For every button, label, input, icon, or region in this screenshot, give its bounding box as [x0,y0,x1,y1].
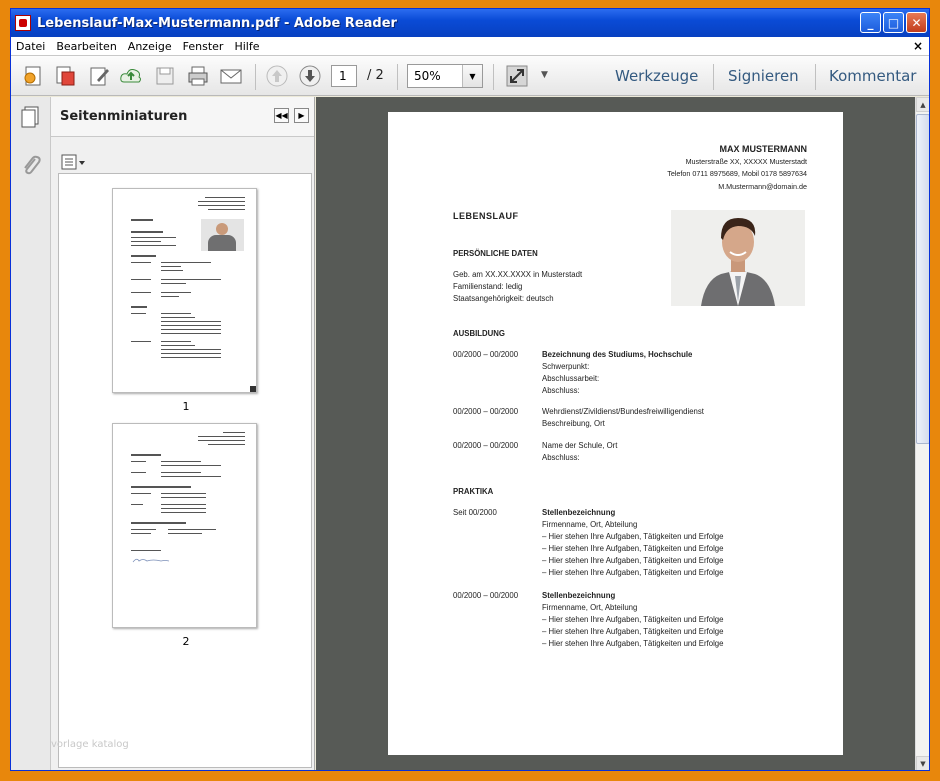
entry-title: Wehrdienst/Zivildienst/Bundesfreiwillige… [542,407,704,416]
entry-title: Name der Schule, Ort [542,441,618,450]
entry-line: Abschluss: [542,386,580,395]
entry-title: Stellenbezeichnung [542,508,616,517]
chevron-down-icon[interactable]: ▼ [462,65,482,87]
app-window: Lebenslauf-Max-Mustermann.pdf - Adobe Re… [10,8,930,771]
werkzeuge-button[interactable]: Werkzeuge [615,67,698,85]
cv-phone: Telefon 0711 8975689, Mobil 0178 5897634 [667,169,807,179]
page-thumbnails-icon[interactable] [19,105,43,129]
page-thumbnail-2[interactable] [112,423,257,628]
create-pdf-icon[interactable] [21,64,45,88]
kommentar-button[interactable]: Kommentar [829,67,916,85]
cv-photo [671,210,805,306]
toolbar-options-icon[interactable]: ▼ [541,70,548,80]
signieren-button[interactable]: Signieren [728,67,799,85]
cv-name: MAX MUSTERMANN [719,144,808,154]
page-number-input[interactable]: 1 [331,65,357,87]
watermark-text: vorlage katalog [51,739,129,750]
scroll-thumb[interactable] [916,114,929,444]
page-thumbnail-1[interactable] [112,188,257,393]
signature-thumbnail [132,558,170,563]
close-document-icon[interactable]: × [913,39,923,53]
menu-bearbeiten[interactable]: Bearbeiten [51,40,122,53]
entry-line: Beschreibung, Ort [542,419,605,428]
entry-date: Seit 00/2000 [453,508,497,517]
vertical-scrollbar[interactable]: ▲ ▼ [915,97,929,770]
maximize-button[interactable]: □ [883,12,904,33]
entry-line: Abschlussarbeit: [542,374,600,383]
collapse-panel-icon[interactable]: ◀◀ [274,108,289,123]
cv-contact: Musterstraße XX, XXXXX Musterstadt Telef… [667,156,807,193]
marital-status: Familienstand: ledig [453,282,523,291]
birth-line: Geb. am XX.XX.XXXX in Musterstadt [453,270,583,279]
thumbnail-options-icon[interactable] [61,153,85,171]
attachments-paperclip-icon[interactable] [19,153,43,177]
panel-title: Seitenminiaturen [60,109,188,124]
ausbildung-entry-3: Name der Schule, Ort Abschluss: [542,440,617,464]
entry-line: Abschluss: [542,453,580,462]
cv-email: M.Mustermann@domain.de [718,181,807,191]
title-bar: Lebenslauf-Max-Mustermann.pdf - Adobe Re… [11,9,929,37]
entry-title: Stellenbezeichnung [542,591,616,600]
personal-data: Geb. am XX.XX.XXXX in Musterstadt Famili… [453,269,582,305]
thumbnail-panel-header: Seitenminiaturen ◀◀ ▶ [51,97,314,137]
section-personal: PERSÖNLICHE DATEN [453,249,538,258]
ausbildung-entry-2: Wehrdienst/Zivildienst/Bundesfreiwillige… [542,406,704,430]
thumbnail-label-1: 1 [182,400,190,413]
panel-strip [11,97,51,770]
page-total: / 2 [367,68,384,83]
combine-pdf-icon[interactable] [53,64,77,88]
pdf-page: MAX MUSTERMANN Musterstraße XX, XXXXX Mu… [388,112,843,755]
praktika-entry-1: Stellenbezeichnung Firmenname, Ort, Abte… [542,507,723,579]
next-page-icon[interactable] [298,64,322,88]
thumbnail-list: 1 2 [58,173,312,768]
thumbnail-label-2: 2 [182,635,190,648]
previous-page-icon[interactable] [265,64,289,88]
entry-line: – Hier stehen Ihre Aufgaben, Tätigkeiten… [542,568,724,577]
entry-date: 00/2000 – 00/2000 [453,441,519,450]
zoom-select[interactable]: 50% ▼ [407,64,483,88]
ausbildung-entry-1: Bezeichnung des Studiums, Hochschule Sch… [542,349,692,397]
expand-panel-icon[interactable]: ▶ [294,108,309,123]
menu-anzeige[interactable]: Anzeige [123,40,178,53]
section-praktika: PRAKTIKA [453,487,494,496]
entry-line: – Hier stehen Ihre Aufgaben, Tätigkeiten… [542,556,724,565]
entry-date: 00/2000 – 00/2000 [453,407,519,416]
menu-fenster[interactable]: Fenster [178,40,230,53]
cv-heading: LEBENSLAUF [453,211,519,221]
entry-line: Firmenname, Ort, Abteilung [542,603,638,612]
upload-cloud-icon[interactable] [119,64,143,88]
entry-line: Schwerpunkt: [542,362,590,371]
save-icon[interactable] [153,64,177,88]
entry-date: 00/2000 – 00/2000 [453,350,519,359]
entry-line: – Hier stehen Ihre Aufgaben, Tätigkeiten… [542,615,724,624]
minimize-button[interactable]: _ [860,12,881,33]
entry-date: 00/2000 – 00/2000 [453,591,519,600]
entry-line: Firmenname, Ort, Abteilung [542,520,638,529]
email-icon[interactable] [219,64,243,88]
close-window-button[interactable]: ✕ [906,12,927,33]
praktika-entry-2: Stellenbezeichnung Firmenname, Ort, Abte… [542,590,723,650]
cv-address: Musterstraße XX, XXXXX Musterstadt [685,157,807,166]
menu-bar: Datei Bearbeiten Anzeige Fenster Hilfe × [11,37,929,56]
entry-line: – Hier stehen Ihre Aufgaben, Tätigkeiten… [542,627,724,636]
entry-line: – Hier stehen Ihre Aufgaben, Tätigkeiten… [542,639,724,648]
entry-line: – Hier stehen Ihre Aufgaben, Tätigkeiten… [542,532,724,541]
zoom-value: 50% [414,69,441,83]
window-title: Lebenslauf-Max-Mustermann.pdf - Adobe Re… [37,15,397,31]
edit-icon[interactable] [87,64,111,88]
nationality: Staatsangehörigkeit: deutsch [453,294,554,303]
fit-page-icon[interactable] [505,64,529,88]
navigation-panel: Seitenminiaturen ◀◀ ▶ 1 2 vorlage katalo… [11,97,315,770]
menu-hilfe[interactable]: Hilfe [229,40,265,53]
document-view[interactable]: MAX MUSTERMANN Musterstraße XX, XXXXX Mu… [316,97,915,770]
pdf-app-icon [15,15,31,31]
toolbar: 1 / 2 50% ▼ ▼ Werkzeuge Signieren Kommen… [11,56,929,96]
scroll-down-icon[interactable]: ▼ [916,756,929,770]
print-icon[interactable] [186,64,210,88]
entry-title: Bezeichnung des Studiums, Hochschule [542,350,693,359]
section-ausbildung: AUSBILDUNG [453,329,505,338]
scroll-up-icon[interactable]: ▲ [916,97,929,112]
menu-datei[interactable]: Datei [11,40,51,53]
entry-line: – Hier stehen Ihre Aufgaben, Tätigkeiten… [542,544,724,553]
